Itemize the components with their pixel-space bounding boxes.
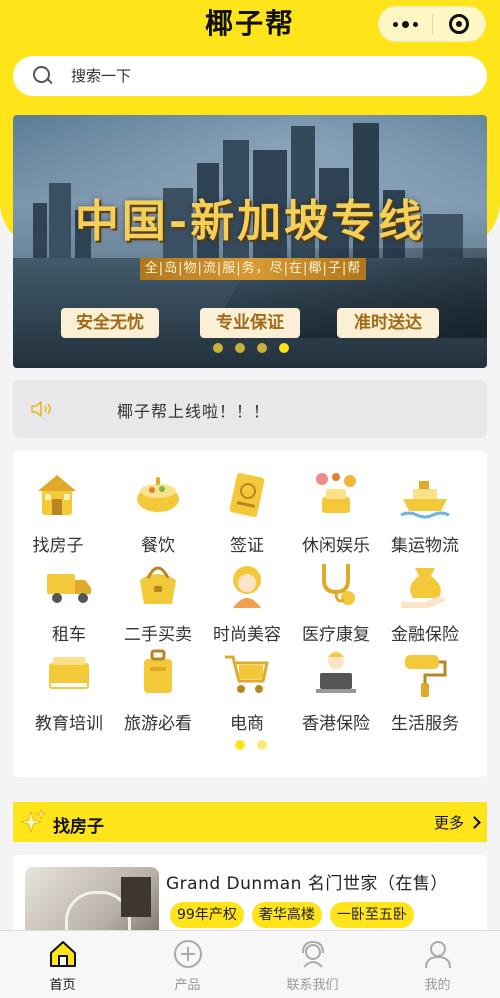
tab-home[interactable]: 首页 (0, 931, 125, 998)
category-leisure[interactable]: 休闲娱乐 (291, 469, 381, 556)
pager-dot[interactable] (257, 343, 267, 353)
user-icon (425, 941, 451, 969)
category-second-hand[interactable]: 二手买卖 (113, 558, 203, 645)
category-visa[interactable]: 签证 (202, 469, 292, 556)
category-beauty[interactable]: 时尚美容 (202, 558, 292, 645)
banner-tag: 安全无忧 (61, 308, 159, 338)
category-label: 二手买卖 (124, 625, 192, 645)
category-pager (235, 740, 267, 750)
category-car-rental[interactable]: 租车 (24, 558, 114, 645)
category-label: 教育培训 (35, 714, 103, 734)
category-food[interactable]: 餐饮 (113, 469, 203, 556)
agent-laptop-icon (316, 652, 356, 693)
header: 椰子帮 (0, 0, 500, 50)
category-label: 香港保险 (302, 714, 370, 734)
tab-products[interactable]: 产品 (125, 931, 250, 998)
paint-roller-icon (405, 655, 447, 697)
category-travel[interactable]: 旅游必看 (113, 647, 203, 734)
book-icon (49, 657, 89, 689)
money-bag-hand-icon (401, 568, 447, 608)
home-icon (50, 941, 76, 967)
category-ecommerce[interactable]: 电商 (202, 647, 292, 734)
truck-icon (47, 574, 91, 603)
section-title: 找房子 (53, 817, 104, 837)
category-label: 集运物流 (391, 536, 459, 556)
pager-dot[interactable] (257, 740, 267, 750)
category-label: 生活服务 (391, 714, 459, 734)
category-life-services[interactable]: 生活服务 (380, 647, 470, 734)
category-medical[interactable]: 医疗康复 (291, 558, 381, 645)
house-icon (38, 475, 76, 515)
close-target-icon[interactable] (432, 6, 485, 42)
section-header: 找房子 更多 (13, 802, 487, 842)
mini-program-capsule (378, 6, 486, 42)
category-grid: 找房子 餐饮 签证 休闲娱乐 集运物流 租车 二手买卖 时尚美容 医疗康复 金融… (13, 451, 487, 777)
notice-bar[interactable]: 椰子帮上线啦！！！ (13, 380, 487, 438)
listing-thumbnail (25, 867, 159, 935)
bottom-tab-bar: 首页 产品 联系我们 我的 (0, 930, 500, 998)
banner-title: 中国-新加坡专线 (74, 196, 426, 247)
category-logistics[interactable]: 集运物流 (380, 469, 470, 556)
stethoscope-icon (322, 564, 355, 605)
search-bar[interactable] (13, 56, 487, 96)
listing-tag: 奢华高楼 (251, 902, 322, 928)
banner-pager (213, 343, 289, 353)
food-pot-icon (137, 477, 179, 512)
category-education[interactable]: 教育培训 (24, 647, 114, 734)
category-label: 金融保险 (391, 625, 459, 645)
tab-contact[interactable]: 联系我们 (250, 931, 375, 998)
plus-circle-icon (174, 940, 202, 968)
pager-dot-active[interactable] (235, 740, 245, 750)
shopping-cart-icon (225, 655, 269, 693)
promo-banner[interactable]: 中国-新加坡专线 全|岛|物|流|服|务，尽|在|椰|子|帮 安全无忧 专业保证… (13, 115, 487, 368)
more-label: 更多 (433, 814, 464, 832)
category-label: 时尚美容 (213, 625, 281, 645)
ship-icon (400, 481, 450, 519)
listing-card[interactable]: Grand Dunman 名门世家（在售） 99年产权 奢华高楼 一卧至五卧 (13, 855, 487, 935)
notice-text: 椰子帮上线啦！！！ (117, 402, 271, 421)
tab-label: 联系我们 (286, 978, 339, 993)
category-finance[interactable]: 金融保险 (380, 558, 470, 645)
headset-icon (302, 940, 324, 968)
category-label: 医疗康复 (302, 625, 370, 645)
cake-party-icon (316, 473, 356, 513)
pager-dot[interactable] (213, 343, 223, 353)
suitcase-icon (144, 649, 172, 693)
banner-tag: 专业保证 (200, 308, 300, 338)
search-input[interactable] (71, 67, 451, 85)
search-icon (33, 66, 53, 86)
tab-label: 我的 (424, 978, 451, 993)
chevron-right-icon (468, 816, 481, 829)
category-label: 餐饮 (141, 536, 175, 556)
speaker-icon (31, 401, 51, 417)
category-label: 租车 (52, 625, 86, 645)
pager-dot-active[interactable] (279, 343, 289, 353)
tab-me[interactable]: 我的 (375, 931, 500, 998)
sparkle-icon (21, 808, 47, 834)
beauty-girl-icon (233, 566, 261, 608)
more-link[interactable]: 更多 (433, 812, 481, 833)
category-label: 休闲娱乐 (302, 536, 370, 556)
more-options-icon[interactable] (379, 6, 432, 42)
banner-tag: 准时送达 (337, 308, 439, 338)
listing-tag: 一卧至五卧 (329, 902, 414, 928)
category-house[interactable]: 找房子 (13, 469, 103, 556)
tab-label: 产品 (174, 978, 201, 993)
tab-label: 首页 (49, 978, 76, 993)
pager-dot[interactable] (235, 343, 245, 353)
listing-title: Grand Dunman 名门世家（在售） (166, 874, 448, 894)
category-label: 找房子 (32, 536, 84, 556)
banner-subtitle: 全|岛|物|流|服|务，尽|在|椰|子|帮 (140, 258, 366, 280)
category-label: 签证 (230, 536, 264, 556)
passport-icon (229, 473, 265, 517)
category-hk-insurance[interactable]: 香港保险 (291, 647, 381, 734)
category-label: 旅游必看 (124, 714, 192, 734)
category-label: 电商 (230, 714, 264, 734)
listing-tags: 99年产权 奢华高楼 一卧至五卧 (170, 902, 414, 928)
listing-tag: 99年产权 (170, 902, 244, 928)
handbag-icon (140, 566, 176, 604)
